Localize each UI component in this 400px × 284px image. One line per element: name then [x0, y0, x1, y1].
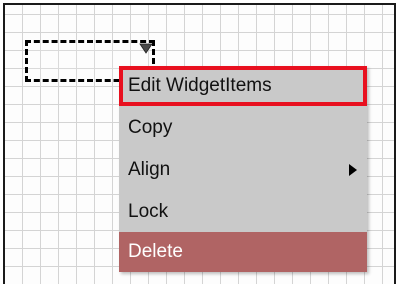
menu-item-lock[interactable]: Lock — [119, 192, 367, 232]
triangle-right-icon — [349, 164, 357, 176]
widget-dropdown-handle[interactable] — [138, 42, 154, 54]
triangle-down-icon — [139, 43, 153, 54]
designer-stage: Edit WidgetItems Copy Align Lock Delete — [0, 0, 400, 284]
menu-item-label: Copy — [128, 117, 173, 138]
menu-item-copy[interactable]: Copy — [119, 108, 367, 148]
menu-item-align[interactable]: Align — [119, 150, 367, 190]
menu-item-label: Lock — [128, 201, 169, 222]
menu-item-delete[interactable]: Delete — [119, 232, 367, 272]
menu-item-edit-widgetitems[interactable]: Edit WidgetItems — [119, 66, 367, 106]
context-menu: Edit WidgetItems Copy Align Lock Delete — [119, 66, 367, 272]
menu-item-label: Edit WidgetItems — [128, 75, 272, 96]
menu-item-label: Delete — [128, 241, 183, 262]
menu-item-label: Align — [128, 159, 171, 180]
